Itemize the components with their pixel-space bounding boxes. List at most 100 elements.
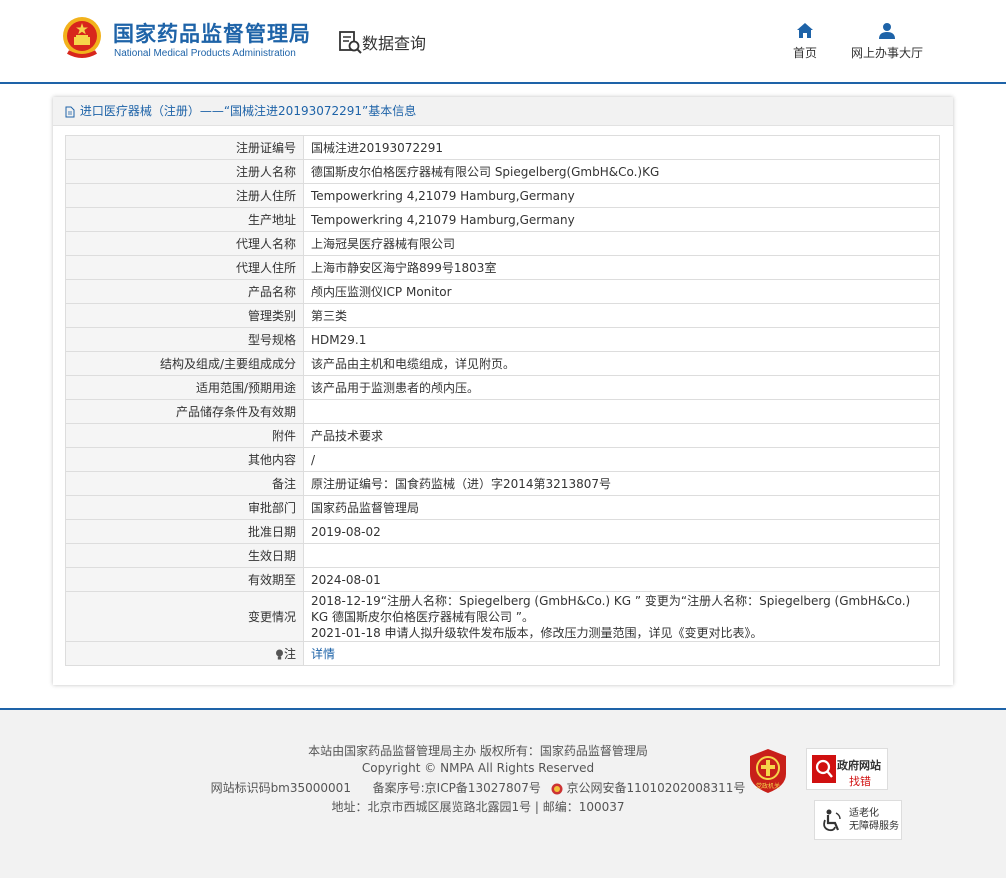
row-value: 颅内压监测仪ICP Monitor xyxy=(303,279,940,304)
police-badge-icon xyxy=(551,783,563,794)
table-row: 其他内容 / xyxy=(65,447,940,472)
row-value: 上海冠昊医疗器械有限公司 xyxy=(303,231,940,256)
row-label: 结构及组成/主要组成成分 xyxy=(65,351,304,376)
row-value: 国家药品监督管理局 xyxy=(303,495,940,520)
accessibility-service[interactable]: 适老化 无障碍服务 xyxy=(814,800,902,840)
change-line: 2021-01-18 申请人拟升级软件发布版本，修改压力测量范围，详见《变更对比… xyxy=(311,625,763,640)
row-value: 该产品用于监测患者的颅内压。 xyxy=(303,375,940,400)
table-row: 代理人名称 上海冠昊医疗器械有限公司 xyxy=(65,231,940,256)
icp-link[interactable]: 备案序号:京ICP备13027807号 xyxy=(373,781,541,795)
row-value: 国械注进20193072291 xyxy=(303,135,940,160)
nav-home[interactable]: 首页 xyxy=(788,22,822,61)
site-header: 国家药品监督管理局 National Medical Products Admi… xyxy=(0,0,1006,84)
data-query-icon xyxy=(339,31,362,54)
table-row: 管理类别 第三类 xyxy=(65,303,940,328)
table-row: 型号规格 HDM29.1 xyxy=(65,327,940,352)
row-value: / xyxy=(303,447,940,472)
row-label: 产品名称 xyxy=(65,279,304,304)
table-row: 注册人名称 德国斯皮尔伯格医疗器械有限公司 Spiegelberg(GmbH&Co… xyxy=(65,159,940,184)
panel-heading-text: 进口医疗器械（注册）——“国械注进20193072291”基本信息 xyxy=(79,104,417,118)
row-label: 其他内容 xyxy=(65,447,304,472)
find-error-label: 找错 xyxy=(849,775,871,788)
row-value: 产品技术要求 xyxy=(303,423,940,448)
change-history: 2018-12-19“注册人名称：Spiegelberg (GmbH&Co.) … xyxy=(303,591,940,642)
table-row: 附件 产品技术要求 xyxy=(65,423,940,448)
table-row: 代理人住所 上海市静安区海宁路899号1803室 xyxy=(65,255,940,280)
row-label: 生效日期 xyxy=(65,543,304,568)
row-value: 该产品由主机和电缆组成，详见附页。 xyxy=(303,351,940,376)
row-value: Tempowerkring 4,21079 Hamburg,Germany xyxy=(303,183,940,208)
table-row: 产品储存条件及有效期 xyxy=(65,399,940,424)
row-label: 生产地址 xyxy=(65,207,304,232)
table-row: 备注 原注册证编号：国食药监械（进）字2014第3213807号 xyxy=(65,471,940,496)
nav-online-office-label: 网上办事大厅 xyxy=(850,46,923,60)
row-label: 注册人名称 xyxy=(65,159,304,184)
change-line: KG 德国斯皮尔伯格医疗器械有限公司 ”。 xyxy=(311,609,535,624)
accessibility-label: 适老化 无障碍服务 xyxy=(849,807,899,833)
row-label: 型号规格 xyxy=(65,327,304,352)
party-gov-badge-icon[interactable]: 党政机关 xyxy=(748,748,788,794)
row-value xyxy=(303,399,940,424)
party-gov-badge-text: 党政机关 xyxy=(756,782,780,790)
table-row: 批准日期 2019-08-02 xyxy=(65,519,940,544)
table-row: 变更情况 2018-12-19“注册人名称：Spiegelberg (GmbH&… xyxy=(65,591,940,642)
table-row: 产品名称 颅内压监测仪ICP Monitor xyxy=(65,279,940,304)
row-label: 变更情况 xyxy=(65,591,304,642)
row-label: 管理类别 xyxy=(65,303,304,328)
site-id: 网站标识码bm35000001 xyxy=(210,781,351,795)
row-label: 有效期至 xyxy=(65,567,304,592)
row-value: 2019-08-02 xyxy=(303,519,940,544)
gov-site-error-report[interactable]: 政府网站 找错 xyxy=(806,748,888,790)
row-value: 上海市静安区海宁路899号1803室 xyxy=(303,255,940,280)
table-row: 生效日期 xyxy=(65,543,940,568)
panel-heading: 进口医疗器械（注册）——“国械注进20193072291”基本信息 xyxy=(53,97,953,126)
row-value: 第三类 xyxy=(303,303,940,328)
row-value xyxy=(303,543,940,568)
row-label: 注册证编号 xyxy=(65,135,304,160)
change-line: 2018-12-19“注册人名称：Spiegelberg (GmbH&Co.) … xyxy=(311,593,911,608)
row-label: 附件 xyxy=(65,423,304,448)
footer-address: 地址：北京市西城区展览路北露园1号 | 邮编：100037 xyxy=(331,800,625,814)
row-label: 产品储存条件及有效期 xyxy=(65,399,304,424)
table-row: 结构及组成/主要组成成分 该产品由主机和电缆组成，详见附页。 xyxy=(65,351,940,376)
nav-home-label: 首页 xyxy=(792,46,817,60)
site-footer: 本站由国家药品监督管理局主办 版权所有：国家药品监督管理局 Copyright … xyxy=(0,708,1006,878)
row-label: 批准日期 xyxy=(65,519,304,544)
table-row: 有效期至 2024-08-01 xyxy=(65,567,940,592)
table-row: 审批部门 国家药品监督管理局 xyxy=(65,495,940,520)
row-value: Tempowerkring 4,21079 Hamburg,Germany xyxy=(303,207,940,232)
row-label: 备注 xyxy=(65,471,304,496)
table-row: 注册证编号 国械注进20193072291 xyxy=(65,135,940,160)
police-record-link[interactable]: 京公网安备11010202008311号 xyxy=(567,781,746,795)
table-row: 适用范围/预期用途 该产品用于监测患者的颅内压。 xyxy=(65,375,940,400)
table-row: 注册人住所 Tempowerkring 4,21079 Hamburg,Germa… xyxy=(65,183,940,208)
data-query-title[interactable]: 数据查询 xyxy=(362,30,426,54)
document-icon xyxy=(65,106,75,117)
row-label: 审批部门 xyxy=(65,495,304,520)
row-label: 注册人住所 xyxy=(65,183,304,208)
details-link[interactable]: 详情 xyxy=(311,647,335,661)
row-label: 代理人住所 xyxy=(65,255,304,280)
site-title[interactable]: 国家药品监督管理局 xyxy=(113,18,311,48)
bulb-icon xyxy=(275,649,283,660)
table-row: 生产地址 Tempowerkring 4,21079 Hamburg,German… xyxy=(65,207,940,232)
magnifier-icon xyxy=(812,755,836,783)
table-row: 注 详情 xyxy=(65,641,940,666)
row-value: HDM29.1 xyxy=(303,327,940,352)
row-value: 2024-08-01 xyxy=(303,567,940,592)
national-emblem-icon xyxy=(63,17,101,58)
row-value: 原注册证编号：国食药监械（进）字2014第3213807号 xyxy=(303,471,940,496)
row-label: 注 xyxy=(65,641,304,666)
accessibility-label-line2: 无障碍服务 xyxy=(849,821,899,832)
row-label: 代理人名称 xyxy=(65,231,304,256)
nav-online-office[interactable]: 网上办事大厅 xyxy=(846,22,928,61)
info-table: 注册证编号 国械注进20193072291 注册人名称 德国斯皮尔伯格医疗器械有限公司… xyxy=(65,135,940,666)
row-value: 德国斯皮尔伯格医疗器械有限公司 Spiegelberg(GmbH&Co.)KG xyxy=(303,159,940,184)
accessibility-icon xyxy=(823,809,841,832)
note-label: 注 xyxy=(283,647,296,661)
accessibility-label-line1: 适老化 xyxy=(849,808,879,819)
home-icon xyxy=(797,23,813,38)
row-label: 适用范围/预期用途 xyxy=(65,375,304,400)
gov-site-label: 政府网站 xyxy=(837,759,881,772)
row-value: 详情 xyxy=(303,641,940,666)
